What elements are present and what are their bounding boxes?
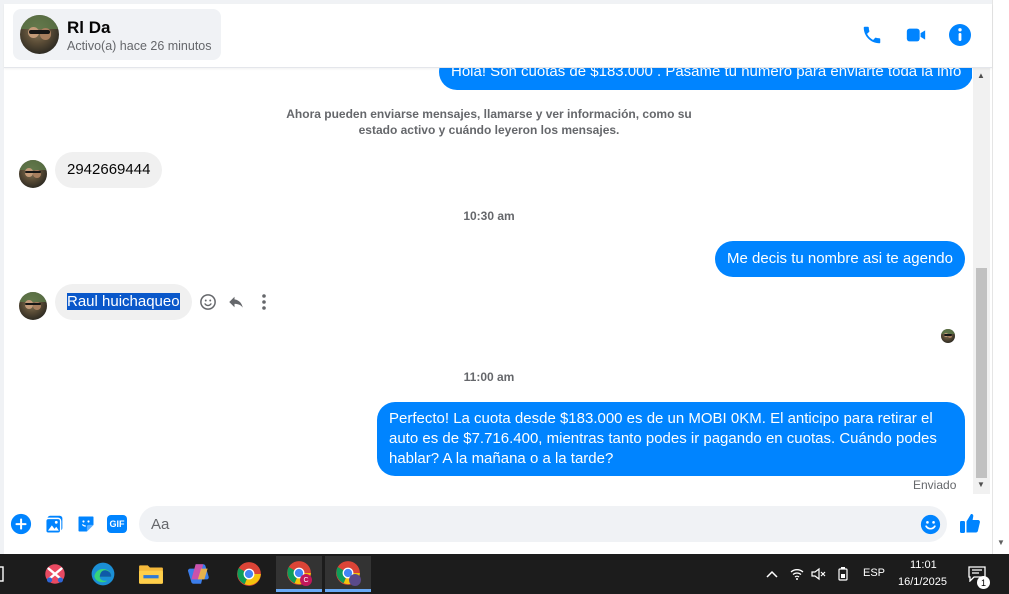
notification-count-badge: 1 — [977, 576, 990, 589]
chrome-icon[interactable] — [226, 556, 272, 592]
message-composer: GIF — [4, 496, 992, 554]
incoming-message[interactable]: Raul huichaqueo — [55, 284, 192, 320]
tray-clock-time[interactable]: 11:01 — [910, 559, 937, 571]
video-icon[interactable] — [903, 22, 929, 48]
contact-info-button[interactable]: Rl Da Activo(a) hace 26 minutos — [13, 9, 221, 60]
read-receipt-avatar — [941, 329, 955, 343]
tray-clock-date[interactable]: 16/1/2025 — [898, 576, 947, 588]
chat-header: Rl Da Activo(a) hace 26 minutos — [4, 4, 992, 68]
messenger-window: Rl Da Activo(a) hace 26 minutos Hola! So… — [0, 0, 1009, 554]
info-icon[interactable] — [947, 22, 973, 48]
phone-icon[interactable] — [859, 22, 885, 48]
message-sent-status: Enviado — [913, 478, 957, 492]
contact-name: Rl Da — [67, 18, 111, 37]
outgoing-message[interactable]: Perfecto! La cuota desde $183.000 es de … — [377, 402, 965, 476]
timestamp-separator: 11:00 am — [463, 370, 515, 384]
incoming-message[interactable]: 2942669444 — [55, 152, 163, 188]
page-scrollbar[interactable]: ▼ — [992, 0, 1009, 554]
task-view-icon[interactable] — [0, 556, 10, 592]
like-icon[interactable] — [957, 510, 983, 536]
incognito-badge-icon — [349, 574, 361, 586]
chrome-profile-icon[interactable]: C — [276, 556, 322, 592]
chrome-incognito-icon[interactable] — [325, 556, 371, 592]
snipping-tool-icon[interactable] — [32, 556, 78, 592]
wifi-icon[interactable] — [787, 556, 807, 592]
edge-browser-icon[interactable] — [80, 556, 126, 592]
outgoing-message[interactable]: Me decis tu nombre asi te agendo — [715, 241, 965, 277]
selected-message-text[interactable]: Raul huichaqueo — [67, 293, 180, 310]
message-input[interactable] — [139, 506, 947, 542]
notifications-icon[interactable]: 1 — [962, 556, 992, 592]
gif-icon[interactable]: GIF — [106, 513, 128, 535]
photo-icon[interactable] — [43, 513, 65, 535]
battery-icon[interactable] — [833, 556, 853, 592]
scroll-down-arrow[interactable]: ▼ — [977, 480, 985, 489]
gif-label: GIF — [107, 515, 127, 533]
input-language[interactable]: ESP — [863, 567, 885, 579]
scrollbar-thumb[interactable] — [976, 268, 987, 478]
emoji-icon[interactable] — [919, 513, 941, 535]
reply-icon[interactable] — [225, 291, 247, 313]
tray-chevron-up-icon[interactable] — [762, 556, 782, 592]
contact-avatar — [20, 15, 59, 54]
chat-scrollbar[interactable]: ▲ ▼ — [973, 68, 990, 494]
contact-status: Activo(a) hace 26 minutos — [67, 39, 212, 53]
plus-icon[interactable] — [10, 513, 32, 535]
timestamp-separator: 10:30 am — [463, 209, 515, 223]
sender-avatar — [19, 160, 47, 188]
sender-avatar — [19, 292, 47, 320]
copilot-icon[interactable] — [177, 556, 223, 592]
system-notice: Ahora pueden enviarse mensajes, llamarse… — [286, 107, 692, 137]
scroll-up-arrow[interactable]: ▲ — [977, 71, 985, 80]
windows-taskbar: C ESP 11:01 16/1/2025 1 — [0, 554, 1009, 594]
more-options-icon[interactable] — [253, 291, 275, 313]
chrome-profile-badge: C — [300, 574, 312, 586]
sticker-icon[interactable] — [75, 513, 97, 535]
volume-muted-icon[interactable] — [809, 556, 829, 592]
file-explorer-icon[interactable] — [128, 556, 174, 592]
message-list[interactable]: Hola! Son cuotas de $183.000 . Pasame tu… — [4, 68, 972, 496]
outgoing-message[interactable]: Hola! Son cuotas de $183.000 . Pasame tu… — [439, 68, 972, 90]
react-emoji-icon[interactable] — [197, 291, 219, 313]
page-scroll-down-arrow[interactable]: ▼ — [997, 538, 1005, 547]
